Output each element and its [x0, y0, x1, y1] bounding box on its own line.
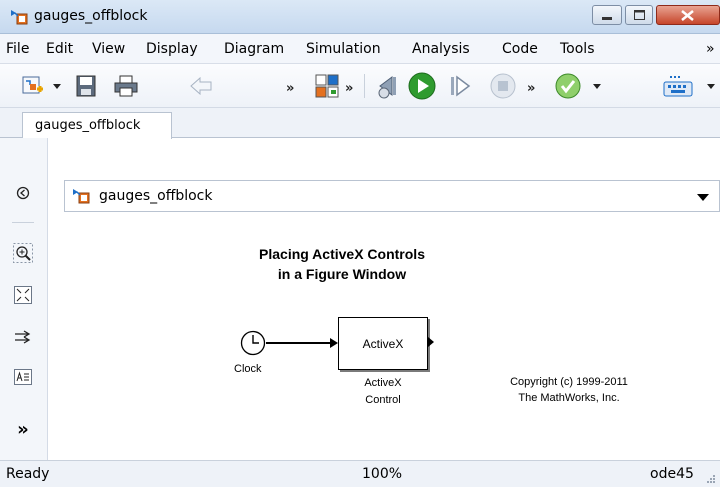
clock-block[interactable] [240, 330, 266, 356]
clock-block-label: Clock [234, 363, 262, 375]
menu-simulation[interactable]: Simulation [306, 41, 381, 57]
floppy-disk-icon [76, 75, 96, 97]
fit-view-icon [14, 286, 32, 308]
minimize-button[interactable] [592, 5, 622, 25]
model-advisor-button[interactable] [552, 72, 584, 100]
toolbar-overflow-3[interactable]: » [527, 81, 535, 96]
toolbar-separator [364, 74, 365, 98]
window-title: gauges_offblock [34, 8, 148, 24]
run-button[interactable] [406, 72, 438, 100]
step-forward-button[interactable] [444, 72, 476, 100]
menu-code[interactable]: Code [502, 41, 538, 57]
tab-gauges-offblock[interactable]: gauges_offblock [22, 112, 172, 139]
step-forward-icon [447, 74, 473, 98]
model-canvas[interactable]: Placing ActiveX Controls in a Figure Win… [64, 212, 720, 460]
library-browser-button[interactable] [312, 72, 342, 100]
palette-separator [12, 222, 34, 223]
step-back-icon [374, 73, 402, 99]
new-model-icon [20, 74, 46, 98]
caret-down-icon [707, 83, 715, 89]
resize-grip-icon[interactable] [706, 473, 716, 483]
build-dropdown[interactable] [704, 72, 718, 100]
text-box-icon [14, 369, 32, 389]
breadcrumb-path[interactable]: gauges_offblock [99, 188, 213, 204]
status-bar: Ready 100% ode45 [0, 460, 720, 487]
new-model-dropdown[interactable] [50, 72, 64, 100]
fit-to-view-button[interactable] [12, 286, 34, 308]
caret-down-icon [593, 83, 601, 89]
diagram-title-line-1: Placing ActiveX Controls [259, 246, 425, 262]
copyright-line-1: Copyright (c) 1999-2011 [510, 376, 628, 388]
palette-more-button[interactable]: » [12, 418, 34, 440]
print-button[interactable] [110, 72, 142, 100]
menu-analysis[interactable]: Analysis [412, 41, 470, 57]
copyright-line-2: The MathWorks, Inc. [518, 392, 620, 404]
zoom-icon [13, 243, 33, 267]
menu-diagram[interactable]: Diagram [224, 41, 284, 57]
build-button[interactable] [660, 72, 696, 100]
activex-label-line-1: ActiveX [364, 377, 402, 389]
step-back-button[interactable] [372, 72, 404, 100]
build-keyboard-icon [663, 74, 693, 98]
zoom-level: 100% [362, 466, 403, 482]
arrows-right-icon [14, 330, 32, 348]
signal-line[interactable] [266, 342, 330, 344]
menu-view[interactable]: View [92, 41, 125, 57]
close-button[interactable] [656, 5, 720, 25]
stop-icon [490, 73, 516, 99]
simulink-model-icon [10, 9, 28, 25]
breadcrumb-dropdown-icon[interactable] [697, 194, 709, 201]
activex-control-block[interactable]: ActiveX [338, 317, 428, 370]
arrow-left-icon [190, 77, 212, 95]
clock-icon [240, 330, 266, 360]
printer-icon [114, 75, 138, 97]
breadcrumb[interactable]: gauges_offblock [64, 180, 720, 212]
library-browser-icon [315, 74, 339, 98]
menu-overflow[interactable]: » [706, 41, 715, 57]
activex-label-line-2: Control [365, 394, 401, 406]
menu-bar: File Edit View Display Diagram Simulatio… [0, 34, 720, 64]
left-palette: » [0, 138, 48, 460]
menu-edit[interactable]: Edit [46, 41, 73, 57]
stop-button[interactable] [486, 72, 520, 100]
menu-file[interactable]: File [6, 41, 29, 57]
diagram-annotation-title[interactable]: Placing ActiveX Controls in a Figure Win… [204, 244, 480, 284]
toolbar: » » » [0, 64, 720, 108]
toolbar-overflow-2[interactable]: » [345, 81, 353, 96]
solver-name[interactable]: ode45 [650, 466, 694, 482]
save-button[interactable] [72, 72, 100, 100]
circle-arrow-icon [16, 186, 30, 204]
toolbar-overflow-1[interactable]: » [286, 81, 294, 96]
play-icon [408, 72, 436, 100]
signal-routing-button[interactable] [12, 328, 34, 350]
status-text: Ready [6, 466, 50, 482]
caret-down-icon [53, 83, 61, 89]
back-button[interactable] [186, 72, 216, 100]
simulink-model-icon [72, 188, 90, 208]
menu-display[interactable]: Display [146, 41, 198, 57]
menu-tools[interactable]: Tools [560, 41, 595, 57]
model-advisor-dropdown[interactable] [590, 72, 604, 100]
annotation-button[interactable] [12, 368, 34, 390]
model-tab-strip: gauges_offblock [0, 108, 720, 139]
signal-line-arrowhead [330, 338, 338, 348]
title-bar: gauges_offblock [0, 0, 720, 34]
hide-browser-button[interactable] [12, 184, 34, 206]
zoom-button[interactable] [12, 243, 34, 267]
new-model-button[interactable] [18, 72, 48, 100]
activex-output-port[interactable] [428, 337, 434, 347]
activex-block-label: ActiveX Control [342, 375, 424, 409]
maximize-button[interactable] [625, 5, 653, 25]
check-icon [555, 73, 581, 99]
diagram-title-line-2: in a Figure Window [277, 266, 407, 282]
copyright-annotation[interactable]: Copyright (c) 1999-2011 The MathWorks, I… [474, 374, 664, 406]
